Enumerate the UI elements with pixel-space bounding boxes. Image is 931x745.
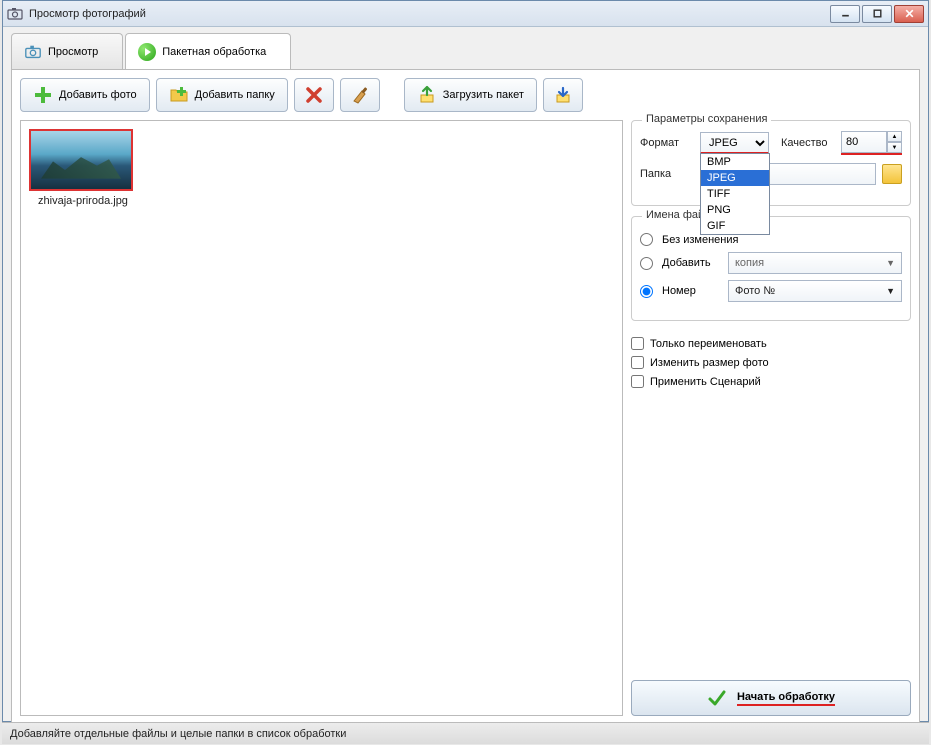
browse-folder-button[interactable] bbox=[882, 164, 902, 184]
add-suffix-radio[interactable] bbox=[640, 257, 653, 270]
button-label: Начать обработку bbox=[737, 691, 835, 706]
app-icon bbox=[7, 6, 23, 22]
close-button[interactable] bbox=[894, 5, 924, 23]
format-option[interactable]: TIFF bbox=[701, 186, 769, 202]
list-item[interactable]: zhivaja-priroda.jpg bbox=[29, 129, 137, 207]
tabs: Просмотр Пакетная обработка bbox=[3, 27, 928, 69]
button-label: Добавить папку bbox=[195, 89, 275, 101]
spin-down-button[interactable]: ▼ bbox=[887, 142, 902, 153]
clear-button[interactable] bbox=[340, 78, 380, 112]
tab-label: Просмотр bbox=[48, 46, 98, 58]
maximize-button[interactable] bbox=[862, 5, 892, 23]
add-photo-button[interactable]: Добавить фото bbox=[20, 78, 150, 112]
start-processing-button[interactable]: Начать обработку bbox=[631, 680, 911, 716]
checkbox-label: Изменить размер фото bbox=[650, 357, 769, 369]
quality-label: Качество bbox=[781, 137, 835, 149]
button-label: Загрузить пакет bbox=[443, 89, 524, 101]
add-folder-button[interactable]: Добавить папку bbox=[156, 78, 288, 112]
scenario-checkbox[interactable] bbox=[631, 375, 644, 388]
save-params-group: Параметры сохранения Формат JPEG Качеств… bbox=[631, 120, 911, 206]
folder-label: Папка bbox=[640, 168, 694, 180]
quality-spinner[interactable]: ▲ ▼ bbox=[841, 131, 902, 155]
number-combo[interactable]: Фото №▼ bbox=[728, 280, 902, 302]
quality-input[interactable] bbox=[841, 131, 887, 153]
group-legend: Параметры сохранения bbox=[642, 113, 771, 125]
rename-only-checkbox[interactable] bbox=[631, 337, 644, 350]
radio-label: Номер bbox=[662, 285, 722, 297]
minimize-button[interactable] bbox=[830, 5, 860, 23]
statusbar: Добавляйте отдельные файлы и целые папки… bbox=[2, 722, 929, 744]
tab-view[interactable]: Просмотр bbox=[11, 33, 123, 69]
spin-up-button[interactable]: ▲ bbox=[887, 131, 902, 142]
format-select[interactable]: JPEG bbox=[700, 132, 769, 154]
format-option[interactable]: JPEG bbox=[701, 170, 769, 186]
titlebar: Просмотр фотографий bbox=[3, 1, 928, 27]
checkbox-label: Только переименовать bbox=[650, 338, 767, 350]
thumbnail-image bbox=[29, 129, 133, 191]
format-dropdown[interactable]: BMP JPEG TIFF PNG GIF bbox=[700, 153, 770, 235]
play-icon bbox=[138, 43, 156, 61]
chevron-down-icon: ▼ bbox=[886, 286, 895, 296]
format-option[interactable]: GIF bbox=[701, 218, 769, 234]
file-list[interactable]: zhivaja-priroda.jpg bbox=[20, 120, 623, 716]
chevron-down-icon: ▼ bbox=[886, 258, 895, 268]
save-batch-button[interactable] bbox=[543, 78, 583, 112]
check-icon bbox=[707, 688, 727, 708]
radio-label: Без изменения bbox=[662, 234, 738, 246]
delete-button[interactable] bbox=[294, 78, 334, 112]
tab-batch[interactable]: Пакетная обработка bbox=[125, 33, 291, 69]
no-change-radio[interactable] bbox=[640, 233, 653, 246]
checkbox-label: Применить Сценарий bbox=[650, 376, 761, 388]
button-label: Добавить фото bbox=[59, 89, 137, 101]
suffix-combo[interactable]: копия▼ bbox=[728, 252, 902, 274]
format-label: Формат bbox=[640, 137, 694, 149]
status-text: Добавляйте отдельные файлы и целые папки… bbox=[10, 728, 346, 740]
radio-label: Добавить bbox=[662, 257, 722, 269]
filenames-group: Имена файлов Без изменения Добавить копи… bbox=[631, 216, 911, 321]
number-radio[interactable] bbox=[640, 285, 653, 298]
window-title: Просмотр фотографий bbox=[29, 8, 830, 20]
resize-checkbox[interactable] bbox=[631, 356, 644, 369]
camera-icon bbox=[24, 43, 42, 61]
format-option[interactable]: PNG bbox=[701, 202, 769, 218]
tab-label: Пакетная обработка bbox=[162, 46, 266, 58]
toolbar: Добавить фото Добавить папку Загрузить п… bbox=[12, 70, 919, 120]
format-option[interactable]: BMP bbox=[701, 154, 769, 170]
load-batch-button[interactable]: Загрузить пакет bbox=[404, 78, 537, 112]
thumbnail-label: zhivaja-priroda.jpg bbox=[29, 195, 137, 207]
